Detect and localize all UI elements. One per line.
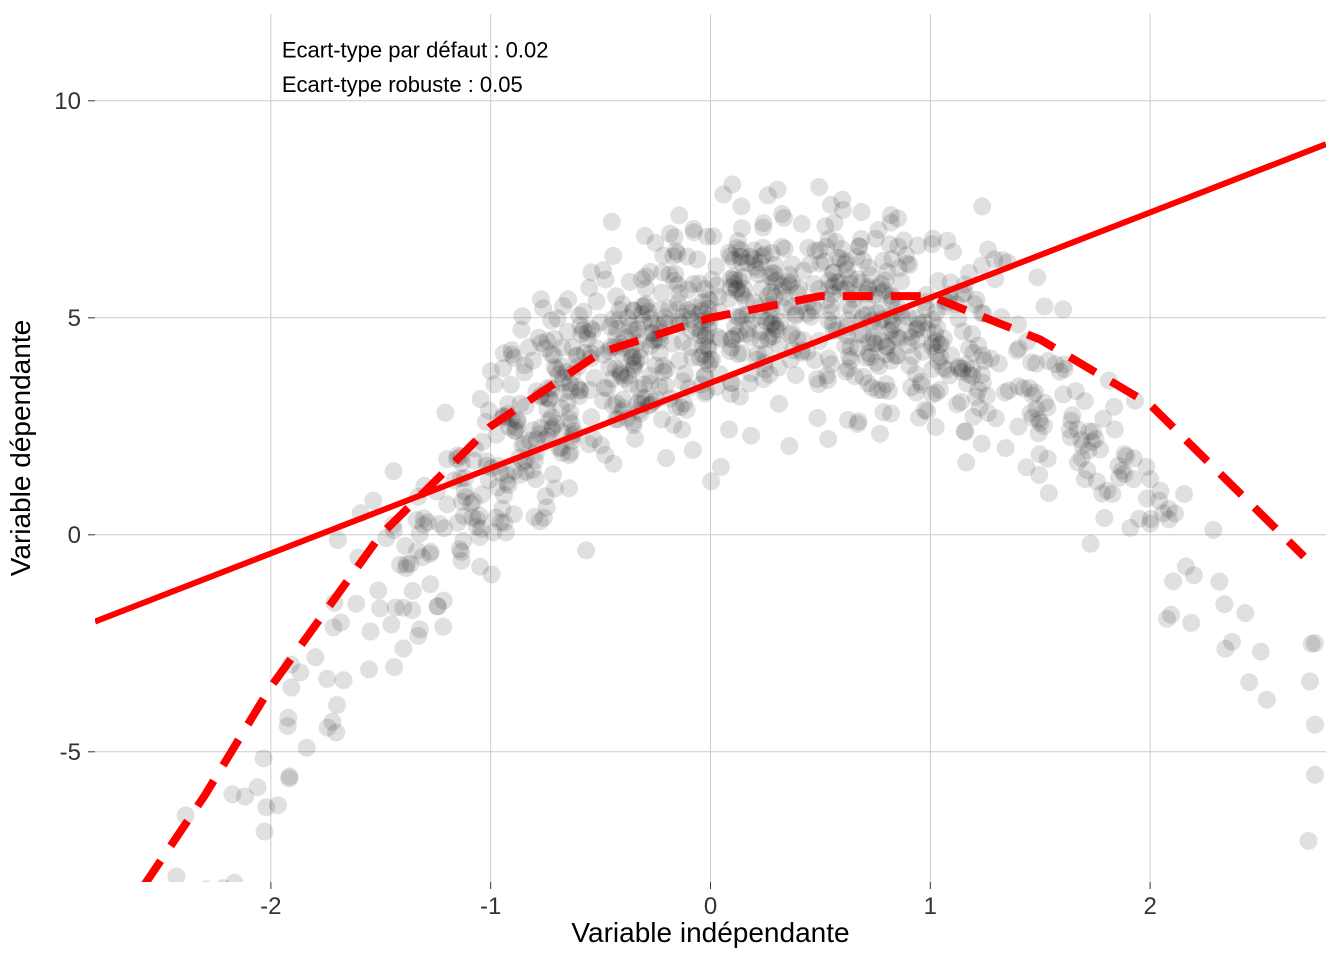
x-tick-label: 2 (1143, 893, 1156, 920)
chart-container: -2 -1 0 1 2 -5 0 5 10 Variable indépendante Variab… (0, 0, 1344, 960)
y-tick-label: 10 (54, 88, 81, 115)
x-tick-label: 0 (704, 893, 717, 920)
y-tick-label: 0 (68, 522, 81, 549)
scatter-chart: -2 -1 0 1 2 -5 0 5 10 Variable indépendante Variab… (0, 0, 1344, 960)
x-axis-label: Variable indépendante (571, 917, 849, 948)
x-tick-label: 1 (924, 893, 937, 920)
annotation-text: Ecart-type par défaut : 0.02 (282, 37, 549, 62)
y-axis-label: Variable dépendante (5, 320, 36, 576)
x-tick-label: -2 (260, 893, 281, 920)
y-tick-label: 5 (68, 305, 81, 332)
annotation-text: Ecart-type robuste : 0.05 (282, 72, 523, 97)
y-tick-label: -5 (60, 739, 81, 766)
x-tick-label: -1 (480, 893, 501, 920)
